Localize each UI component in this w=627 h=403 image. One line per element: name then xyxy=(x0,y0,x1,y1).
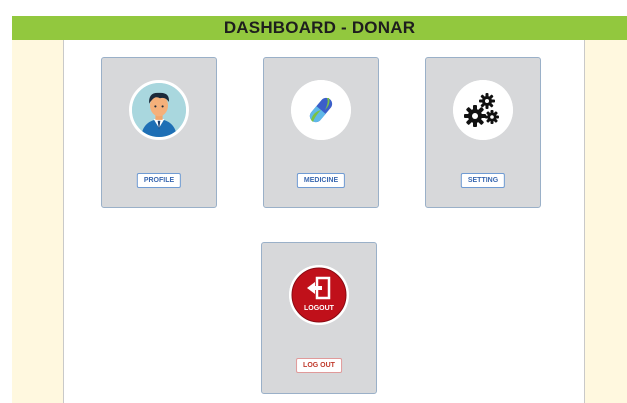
user-avatar-icon xyxy=(129,80,189,140)
setting-card[interactable]: SETTING xyxy=(425,57,541,208)
medicine-button[interactable]: MEDICINE xyxy=(296,173,346,188)
profile-card[interactable]: PROFILE xyxy=(101,57,217,208)
logout-button[interactable]: LOG OUT xyxy=(296,358,342,373)
setting-button[interactable]: SETTING xyxy=(460,173,506,188)
logout-icon: LOGOUT xyxy=(289,265,349,325)
page-title: DASHBOARD - DONAR xyxy=(223,18,416,37)
profile-button[interactable]: PROFILE xyxy=(136,173,182,188)
medicine-card[interactable]: MEDICINE xyxy=(263,57,379,208)
logout-icon-label: LOGOUT xyxy=(304,305,335,312)
logout-card[interactable]: LOGOUT LOG OUT xyxy=(261,242,377,394)
right-side-panel xyxy=(585,40,627,403)
top-header-bar: DASHBOARD - DONAR xyxy=(12,16,627,40)
capsule-icon xyxy=(291,80,351,140)
left-side-panel xyxy=(12,40,63,403)
gears-icon xyxy=(453,80,513,140)
